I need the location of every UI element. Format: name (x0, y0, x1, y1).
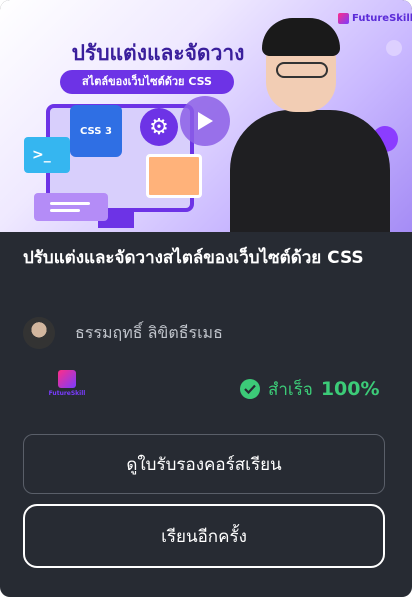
completion-status: สำเร็จ 100% (240, 375, 380, 403)
futureskill-logo-icon (338, 12, 349, 24)
gear-icon: ⚙ (140, 108, 178, 146)
provider-name: FutureSkill (48, 390, 86, 397)
relearn-button[interactable]: เรียนอีกครั้ง (23, 504, 385, 568)
course-title[interactable]: ปรับแต่งและจัดวางสไตล์ของเว็บไซต์ด้วย CS… (23, 245, 393, 272)
status-percent: 100% (320, 378, 380, 400)
instructor-photo-hair (262, 18, 340, 56)
thumbnail-brand: FutureSkill (338, 10, 412, 26)
check-circle-icon (240, 379, 260, 399)
thumbnail-headline: ปรับแต่งและจัดวาง (71, 41, 245, 65)
instructor-photo-body (230, 110, 390, 232)
text-block-illustration (34, 193, 108, 221)
status-label: สำเร็จ (268, 379, 313, 400)
css3-icon: CSS 3 (70, 105, 122, 157)
decor-orb (386, 40, 402, 56)
instructor-name: ธรรมฤทธิ์ ลิขิตธีรเมธ (75, 323, 223, 342)
view-certificate-button[interactable]: ดูใบรับรองคอร์สเรียน (23, 434, 385, 494)
instructor-photo-glasses (276, 62, 328, 78)
provider-logo: FutureSkill (47, 370, 87, 400)
course-card: FutureSkill ปรับแต่งและจัดวาง สไตล์ของเว… (0, 0, 412, 597)
thumbnail-subheadline: สไตล์ของเว็บไซต์ด้วย CSS (60, 70, 234, 94)
terminal-icon: >_ (24, 137, 70, 173)
thumbnail-brand-text: FutureSkill (352, 12, 412, 24)
futureskill-logo-icon (58, 370, 76, 388)
play-icon[interactable] (180, 96, 230, 146)
course-thumbnail[interactable]: FutureSkill ปรับแต่งและจัดวาง สไตล์ของเว… (0, 0, 412, 232)
instructor-avatar (23, 317, 55, 349)
image-icon (146, 154, 202, 198)
